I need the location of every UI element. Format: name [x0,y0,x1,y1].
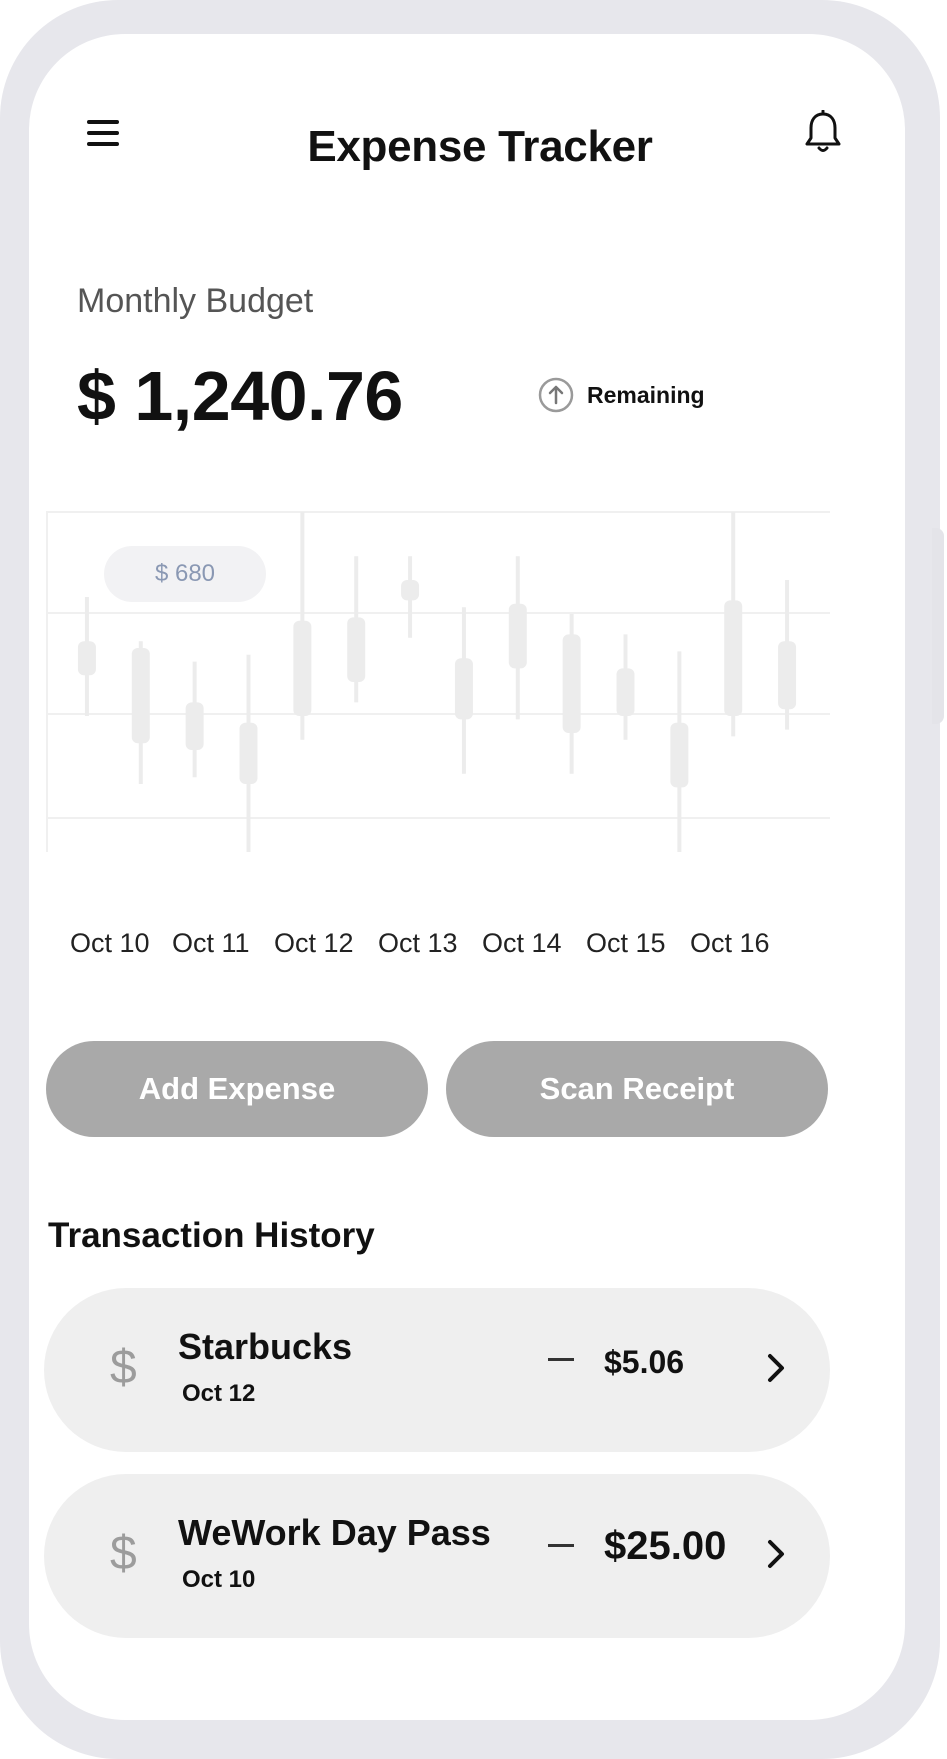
chart-x-tick-label: Oct 11 [172,928,250,958]
chart-tooltip: $ 680 [104,546,266,602]
chart-x-axis-labels: Oct 10 Oct 11 Oct 12 Oct 13 Oct 14 Oct 15 Oct … [46,928,846,964]
scan-receipt-button[interactable]: Scan Receipt [446,1041,828,1137]
transaction-history-title: Transaction History [48,1216,375,1255]
chart-candle [239,654,258,852]
transaction-name: WeWork Day Pass [178,1512,491,1553]
chart-candle [454,607,473,774]
chart-candle [185,661,204,778]
chart-x-tick-label: Oct 14 [482,928,562,958]
chart-x-tick-label: Oct 10 [70,928,150,958]
minus-icon [548,1358,574,1361]
chevron-right-icon[interactable] [766,1348,788,1388]
bell-icon[interactable] [803,110,843,156]
transaction-row[interactable]: $ Starbucks Oct 12 $5.06 [44,1288,830,1452]
page-title: Expense Tracker [307,122,653,171]
chart-candle [401,556,420,638]
transaction-date: Oct 10 [182,1566,256,1593]
chart-candle [778,580,797,730]
chart-candle [347,556,366,703]
chart-candle [616,634,635,740]
remaining-status: Remaining [537,376,705,414]
chart-x-tick-label: Oct 13 [378,928,458,958]
chart-candle [508,556,527,720]
chart-x-tick-label: Oct 12 [274,928,354,958]
remaining-label: Remaining [587,381,705,408]
minus-icon [548,1544,574,1547]
chevron-right-icon[interactable] [766,1534,788,1574]
budget-label: Monthly Budget [77,282,314,320]
chart-candle [293,512,312,740]
chart-x-tick-label: Oct 16 [690,928,770,958]
transaction-date: Oct 12 [182,1380,256,1407]
transaction-amount: $5.06 [604,1344,685,1380]
chart-candle [724,512,743,737]
app-screen: Expense Tracker Monthly Budget $ 1,240.7… [29,34,905,1720]
chart-candle [77,597,96,716]
transaction-name: Starbucks [178,1326,353,1367]
chart-candle [131,641,150,784]
arrow-up-circle-icon [538,377,574,413]
spending-chart [46,511,830,852]
transaction-amount: $25.00 [604,1524,727,1568]
add-expense-button[interactable]: Add Expense [46,1041,428,1137]
budget-amount: $ 1,240.76 [77,357,403,435]
dollar-icon: $ [110,1341,137,1394]
chart-candle [670,651,689,852]
chart-candle [562,614,581,774]
phone-side-button [932,528,944,724]
chart-x-tick-label: Oct 15 [586,928,666,958]
dollar-icon: $ [110,1527,137,1580]
transaction-row[interactable]: $ WeWork Day Pass Oct 10 $25.00 [44,1474,830,1638]
